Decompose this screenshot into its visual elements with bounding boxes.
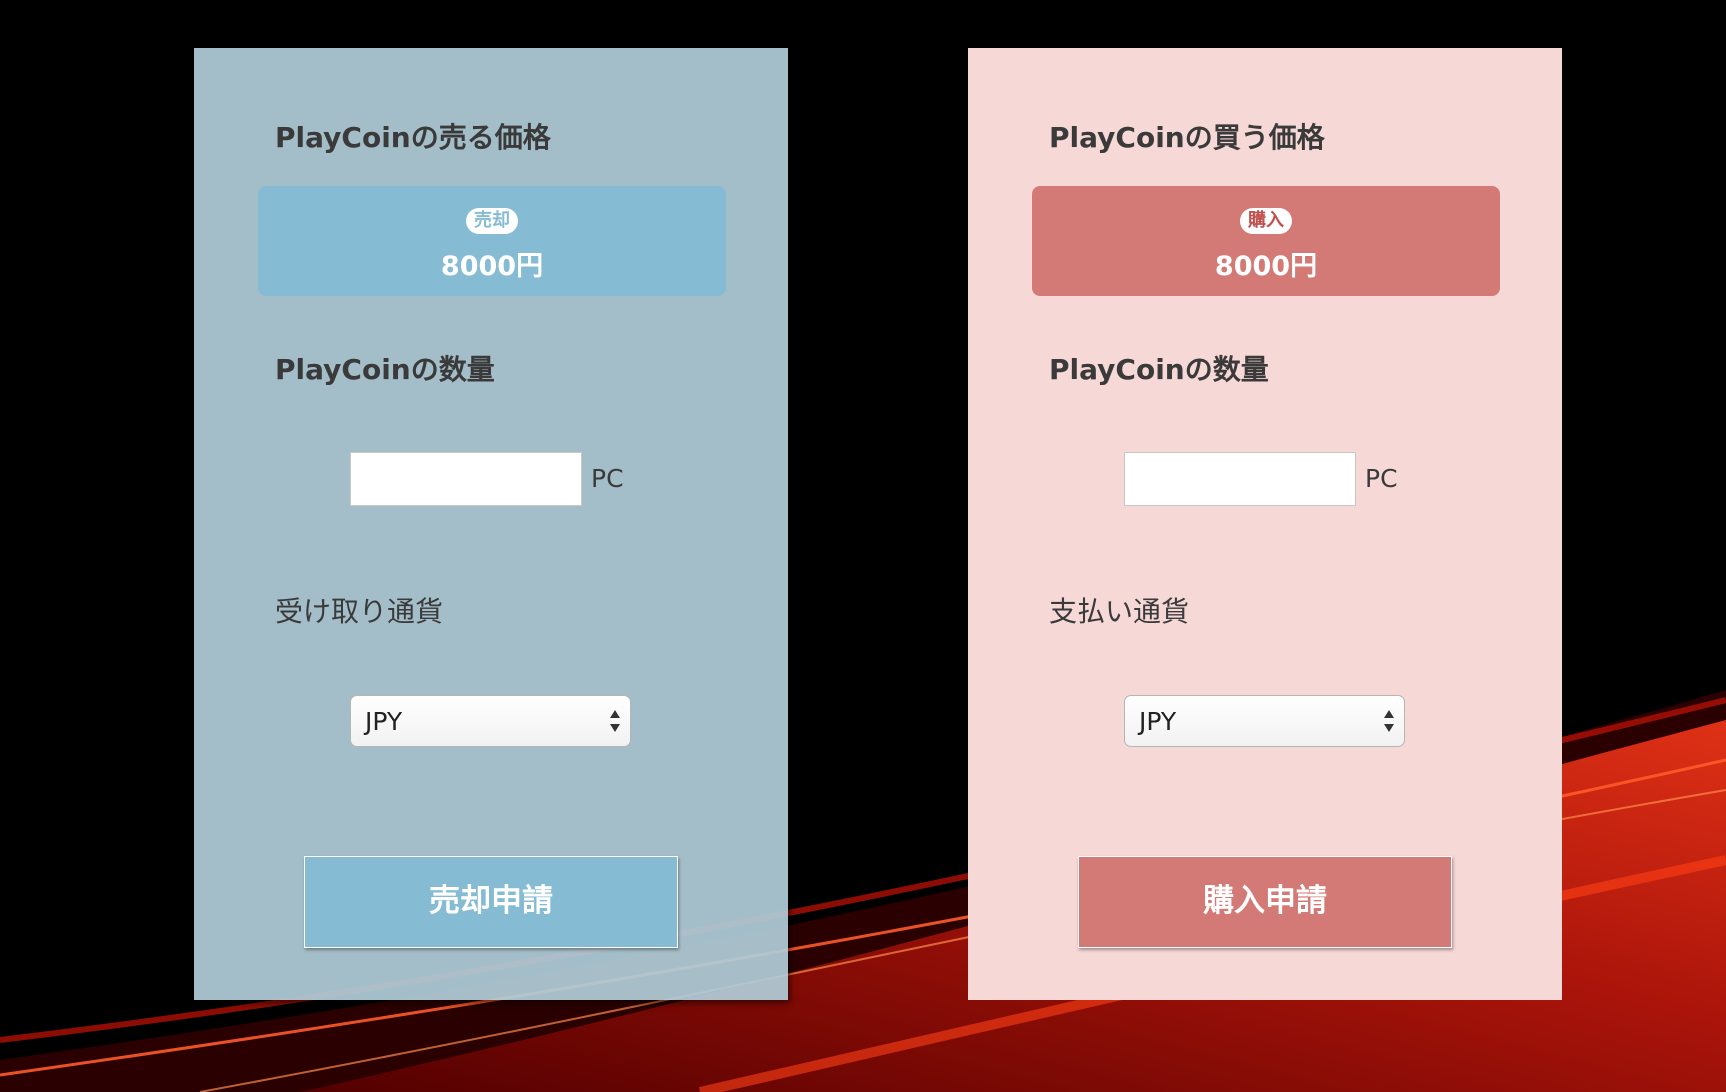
buy-quantity-label: PlayCoinの数量 bbox=[1049, 353, 1269, 386]
buy-price-title: PlayCoinの買う価格 bbox=[1049, 121, 1325, 154]
buy-panel: PlayCoinの買う価格 購入 8000円 PlayCoinの数量 PC 支払… bbox=[968, 48, 1562, 1000]
sell-quantity-label: PlayCoinの数量 bbox=[275, 353, 495, 386]
sell-price-box: 売却 8000円 bbox=[258, 186, 726, 296]
sell-request-button[interactable]: 売却申請 bbox=[304, 856, 678, 948]
receive-currency-value: JPY bbox=[365, 707, 403, 736]
sell-badge: 売却 bbox=[466, 208, 518, 234]
buy-price-value: 8000円 bbox=[1214, 251, 1318, 282]
buy-request-button[interactable]: 購入申請 bbox=[1078, 856, 1452, 948]
buy-unit-label: PC bbox=[1365, 464, 1398, 493]
receive-currency-select[interactable]: JPY bbox=[350, 695, 631, 747]
sell-price-value: 8000円 bbox=[440, 251, 544, 282]
sell-price-title: PlayCoinの売る価格 bbox=[275, 121, 551, 154]
buy-badge: 購入 bbox=[1240, 208, 1292, 234]
select-arrows-icon bbox=[610, 710, 620, 732]
buy-price-box: 購入 8000円 bbox=[1032, 186, 1500, 296]
payment-currency-select[interactable]: JPY bbox=[1124, 695, 1405, 747]
buy-quantity-input[interactable] bbox=[1124, 452, 1356, 506]
payment-currency-value: JPY bbox=[1139, 707, 1177, 736]
sell-panel: PlayCoinの売る価格 売却 8000円 PlayCoinの数量 PC 受け… bbox=[194, 48, 788, 1000]
payment-currency-label: 支払い通貨 bbox=[1049, 595, 1190, 628]
sell-quantity-input[interactable] bbox=[350, 452, 582, 506]
receive-currency-label: 受け取り通貨 bbox=[275, 595, 444, 628]
select-arrows-icon bbox=[1384, 710, 1394, 732]
sell-unit-label: PC bbox=[591, 464, 624, 493]
